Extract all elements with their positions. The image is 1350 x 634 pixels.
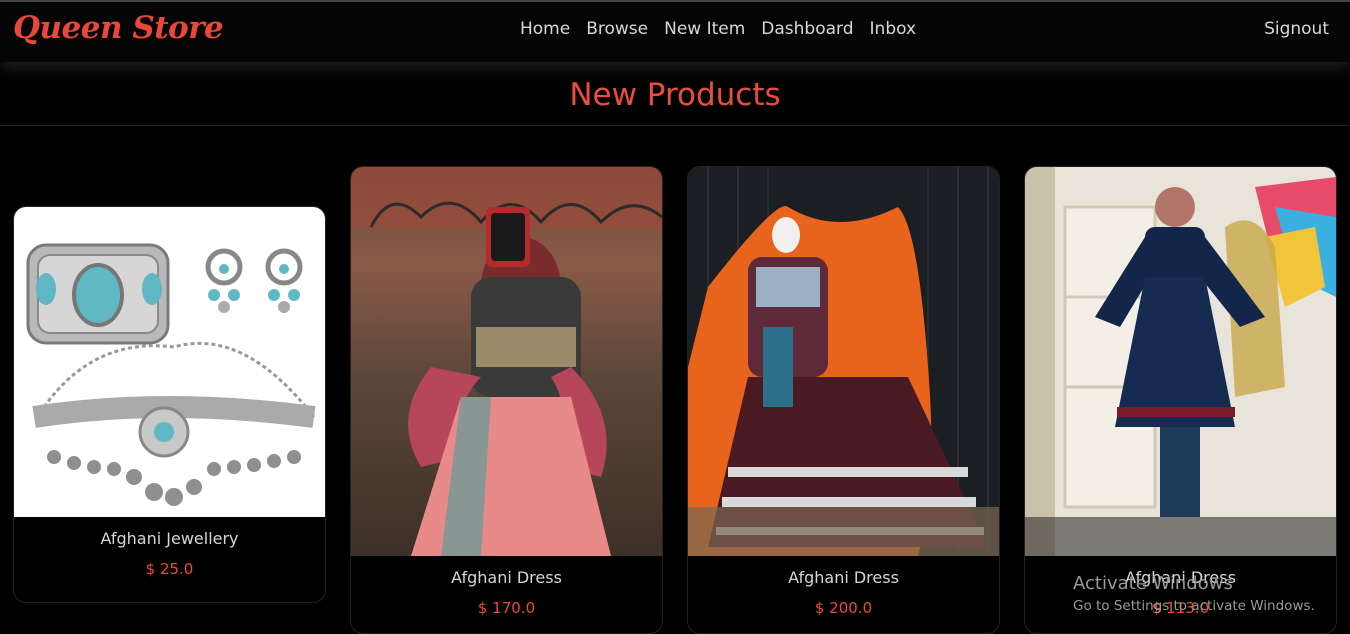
product-image-dress-1[interactable] [351,167,662,556]
watermark-subtitle: Go to Settings to activate Windows. [1073,598,1315,614]
product-image-dress-2[interactable] [688,167,999,556]
product-name: Afghani Jewellery [100,529,239,548]
product-price: $ 170.0 [477,599,536,617]
product-price: $ 25.0 [145,560,194,578]
product-image-dress-3[interactable] [1025,167,1336,556]
product-image-jewellery[interactable] [14,207,325,517]
product-name: Afghani Dress [788,568,899,587]
page-title: New Products [569,76,781,113]
nav-browse[interactable]: Browse [586,19,648,39]
watermark-title: Activate Windows [1073,573,1233,594]
nav-links: Home Browse New Item Dashboard Inbox [520,19,916,39]
nav-new-item[interactable]: New Item [664,19,745,39]
nav-home[interactable]: Home [520,19,570,39]
product-card-jewellery[interactable]: Afghani Jewellery $ 25.0 [13,206,326,603]
product-card-dress-2[interactable]: Afghani Dress $ 200.0 [687,166,1000,634]
brand-logo[interactable]: Queen Store [13,10,224,46]
product-name: Afghani Dress [451,568,562,587]
navbar: Queen Store Home Browse New Item Dashboa… [0,0,1350,62]
product-price: $ 200.0 [814,599,873,617]
signout-link[interactable]: Signout [1264,19,1329,39]
nav-inbox[interactable]: Inbox [870,19,917,39]
product-card-dress-1[interactable]: Afghani Dress $ 170.0 [350,166,663,634]
product-card-dress-3[interactable]: Afghani Dress $ 113.0 [1024,166,1337,634]
title-band: New Products [0,62,1350,126]
activate-windows-watermark: Activate Windows Go to Settings to activ… [1073,573,1315,614]
nav-dashboard[interactable]: Dashboard [761,19,853,39]
